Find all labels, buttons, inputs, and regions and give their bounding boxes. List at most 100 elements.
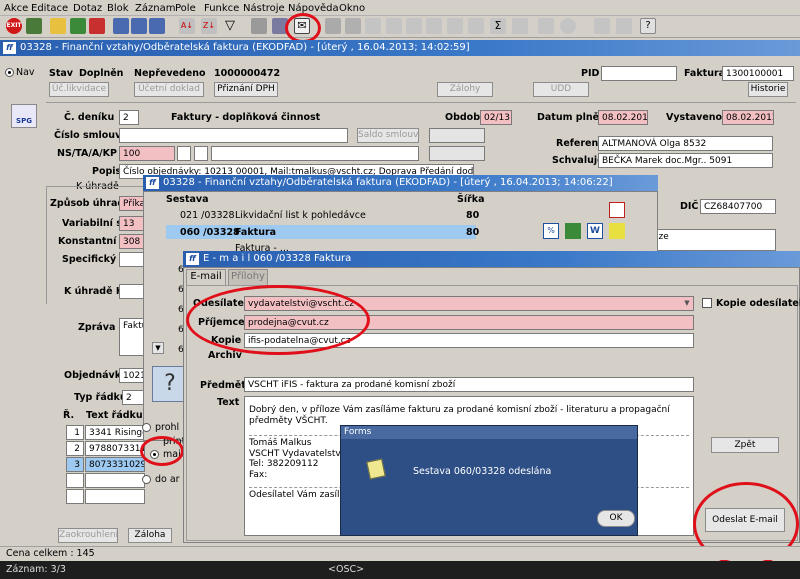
ta-field[interactable] [177,146,191,161]
calendar-icon[interactable] [538,18,554,34]
output-archiv-radio[interactable] [142,475,151,484]
menu-napoveda[interactable]: Nápověda [288,3,339,14]
spg-icon[interactable]: SPG [11,104,37,128]
uc-likvidace-button[interactable]: Úč.likvidace [49,82,109,97]
pdf-icon[interactable] [609,202,625,218]
question-icon[interactable]: ? [640,18,656,34]
ns-extra-field[interactable] [429,146,485,161]
ucetni-doklad-button[interactable]: Účetní doklad [134,82,204,97]
priznani-dph-button[interactable]: Přiznání DPH [214,82,278,97]
sort-za-icon[interactable]: Z↓ [201,18,217,34]
row-3-text[interactable]: 80733310295 R [85,457,145,472]
transfer-icon[interactable] [345,18,361,34]
smlouva-extra-field[interactable] [429,128,485,143]
datum-plneni-field[interactable]: 08.02.2013 [598,110,648,125]
row-4-text[interactable] [85,473,145,488]
tools-icon[interactable] [325,18,341,34]
percent-icon[interactable]: % [543,223,559,239]
first-record-icon[interactable] [113,18,129,34]
schvaluje-field[interactable]: BEČKA Marek doc.Mgr.. 5091 [598,153,773,168]
zpet-button[interactable]: Zpět [711,437,779,453]
tab-prilohy[interactable]: Přílohy [228,269,268,285]
faktura-field[interactable]: 1300100001 [722,66,794,81]
menu-blok[interactable]: Blok [107,3,129,14]
menu-akce[interactable]: Akce [4,3,28,14]
delete-record-icon[interactable] [89,18,105,34]
referent-field[interactable]: ALTMANOVÁ Olga 8532 [598,136,773,151]
nav-radio[interactable] [5,68,14,77]
zaokrouhleni-button[interactable]: Zaokrouhlení [58,528,118,543]
row-2-text[interactable]: 97880733110 [85,441,145,456]
menu-dotaz[interactable]: Dotaz [73,3,102,14]
menu-funkce[interactable]: Funkce [204,3,239,14]
kopie-odesilateli-checkbox[interactable] [702,298,712,308]
list-icon[interactable] [426,18,442,34]
menu-editace[interactable]: Editace [31,3,68,14]
predmet-field[interactable]: VSCHT iFIS - faktura za prodané komisní … [244,377,694,392]
status-bar-total: Cena celkem : 145 [0,546,800,560]
vystaveno-field[interactable]: 08.02.2013 [722,110,774,125]
new-record-icon[interactable] [50,18,66,34]
menu-nastroje[interactable]: Nástroje [243,3,285,14]
undo-icon[interactable] [468,18,484,34]
cislo-smlouvy-field[interactable] [119,128,348,143]
sort-az-icon[interactable]: A↓ [179,18,195,34]
cislo-smlouvy-label: Číslo smlouvy [54,130,128,141]
book-icon[interactable] [594,18,610,34]
ifis-logo-icon: ff [3,42,16,54]
output-prohlizeni-radio[interactable] [142,423,151,432]
historie-button[interactable]: Historie [748,82,788,97]
sestava-row-2-code[interactable]: 060 /03328 [180,227,240,238]
archiv-label: Archiv [208,350,242,361]
menu-okno[interactable]: Okno [339,3,365,14]
menu-zaznam[interactable]: Záznam [135,3,175,14]
menu-pole[interactable]: Pole [175,3,196,14]
print-icon[interactable] [251,18,267,34]
calc-icon[interactable] [512,18,528,34]
a-field[interactable] [194,146,208,161]
excel-icon[interactable] [565,223,581,239]
ns-field[interactable]: 100 [119,146,175,161]
filter-icon[interactable]: ▽ [222,18,238,34]
sestava-row-1-name[interactable]: Likvidační list k pohledávce [235,210,366,221]
email-window-titlebar: ff E - m a i l 060 /03328 Faktura [183,251,800,267]
row-1-text[interactable]: 3341 Risinger [85,425,145,440]
word-icon[interactable]: W [587,223,603,239]
save-icon[interactable] [26,18,42,34]
cdeniku-field[interactable]: 2 [119,110,139,125]
tab-email[interactable]: E-mail [186,269,226,285]
vystaveno-label: Vystaveno [666,112,723,123]
search-icon[interactable] [386,18,402,34]
copy-icon[interactable] [365,18,381,34]
zaloha-button[interactable]: Záloha [128,528,172,543]
prev-record-icon[interactable] [131,18,147,34]
udd-button[interactable]: UDD [533,82,589,97]
clock-icon[interactable] [560,18,576,34]
grid-icon[interactable] [447,18,463,34]
next-record-icon[interactable] [149,18,165,34]
sum-icon[interactable]: Σ [490,18,506,34]
copy-record-icon[interactable] [70,18,86,34]
pid-field[interactable] [601,66,677,81]
sestava-row-2-name[interactable]: Faktura [235,227,276,238]
partner-address-box: aze [650,229,776,251]
row-5-text[interactable] [85,489,145,504]
ok-button[interactable]: OK [597,510,635,527]
dic-field[interactable]: CZ68407700 [700,199,776,214]
help-icon[interactable] [616,18,632,34]
dropdown-arrow-icon[interactable]: ▼ [152,342,164,354]
zalohy-button[interactable]: Zálohy [437,82,493,97]
obdobi-field[interactable]: 02/13 [480,110,512,125]
saldo-smlouvy-button[interactable]: Saldo smlouvy [357,128,419,143]
zoom-icon[interactable] [406,18,422,34]
star-icon[interactable] [609,223,625,239]
row-2-number[interactable]: 2 [66,441,84,456]
row-1-number[interactable]: 1 [66,425,84,440]
kp-field[interactable] [211,146,419,161]
row-4-number[interactable] [66,473,84,488]
row-3-number[interactable]: 3 [66,457,84,472]
sestava-row-1-code[interactable]: 021 /03328 [180,210,235,221]
exit-icon[interactable]: EXIT [6,18,22,34]
row-5-number[interactable] [66,489,84,504]
odesilatel-dropdown-icon[interactable]: ▼ [681,297,693,310]
